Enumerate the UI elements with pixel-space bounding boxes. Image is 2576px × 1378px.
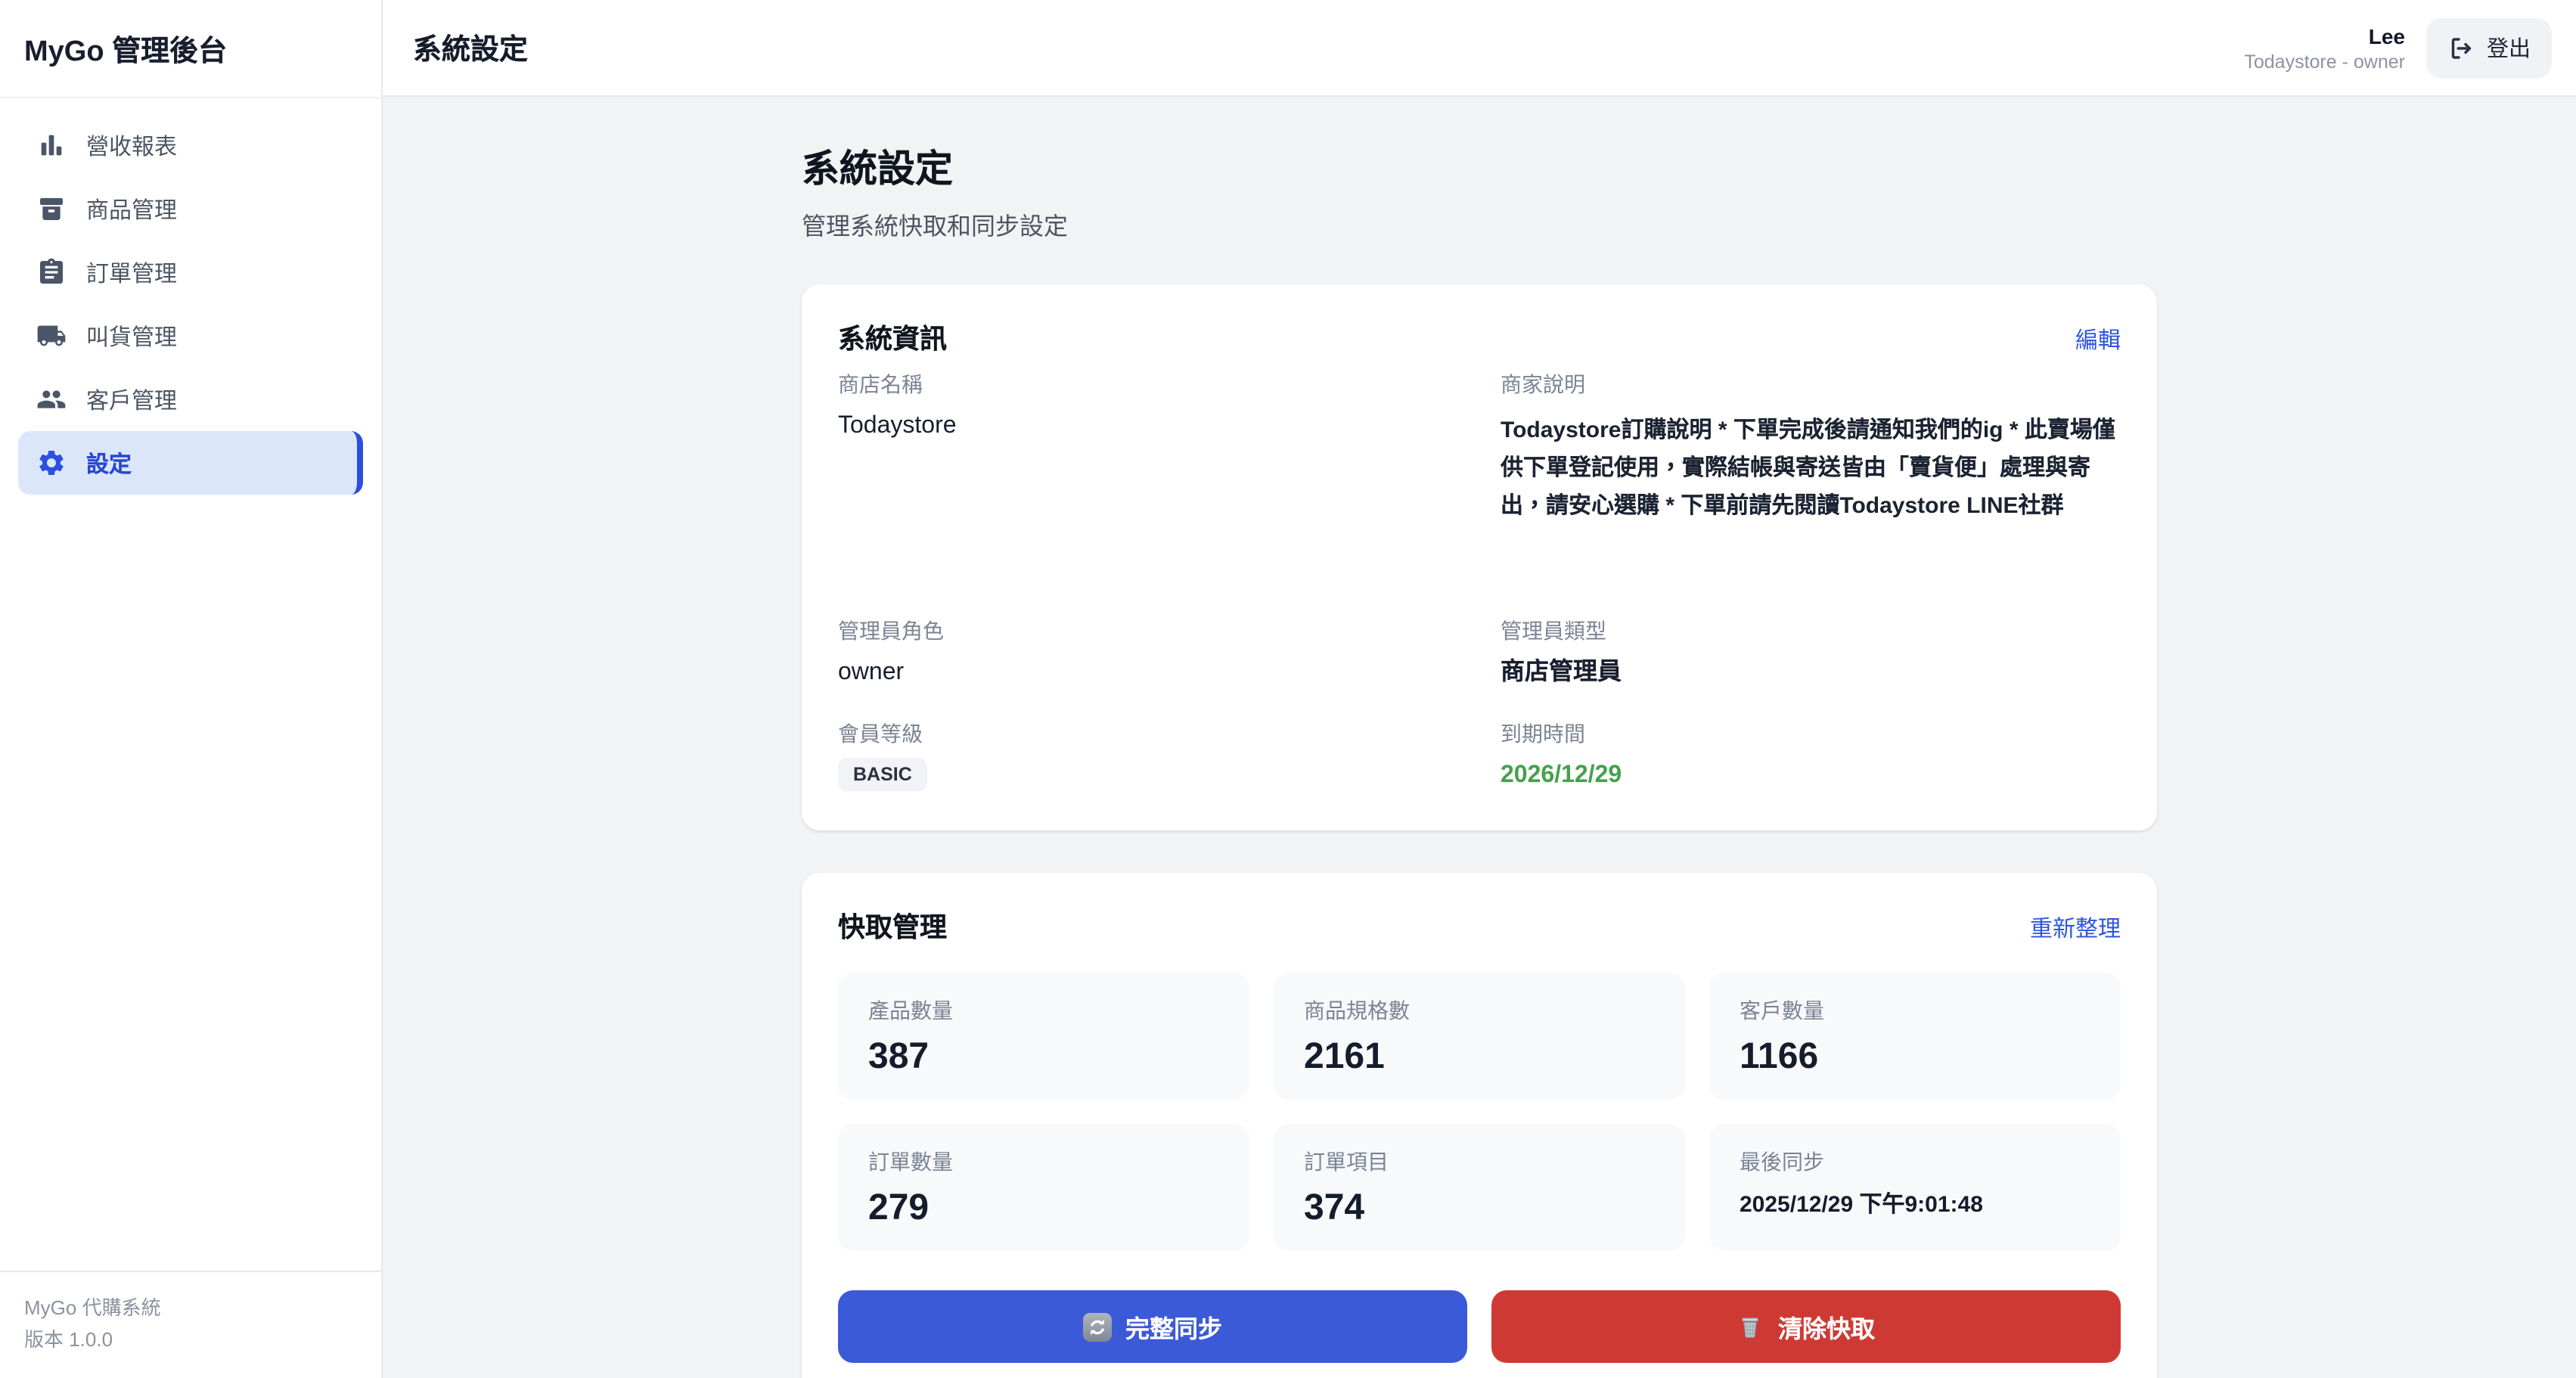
expiry-field: 到期時間 2026/12/29 <box>1501 718 2121 794</box>
sidebar-item-label: 商品管理 <box>86 193 177 225</box>
last-sync-value: 2025/12/29 下午9:01:48 <box>1740 1189 2090 1222</box>
content-scroll-area[interactable]: 系統設定 管理系統快取和同步設定 系統資訊 編輯 商店名稱 Todaystore <box>383 97 2576 1378</box>
cache-title: 快取管理 <box>838 909 947 945</box>
admin-role-label: 管理員角色 <box>838 616 1458 646</box>
member-level-label: 會員等級 <box>838 718 1458 749</box>
sidebar-footer: MyGo 代購系統 版本 1.0.0 <box>0 1271 381 1378</box>
stat-label: 訂單項目 <box>1304 1147 1655 1177</box>
user-name: Lee <box>2244 23 2405 48</box>
stat-value: 279 <box>868 1184 1219 1233</box>
stat-last-sync: 最後同步 2025/12/29 下午9:01:48 <box>1709 1124 2121 1251</box>
full-sync-label: 完整同步 <box>1125 1308 1222 1345</box>
stat-value: 2161 <box>1304 1033 1655 1082</box>
clear-cache-button[interactable]: 清除快取 <box>1491 1290 2121 1363</box>
trash-icon <box>1737 1313 1764 1340</box>
sidebar-nav: 營收報表 商品管理 訂單管理 叫貨管理 <box>0 98 381 1271</box>
sidebar-item-label: 設定 <box>86 447 132 479</box>
page-subtitle: 管理系統快取和同步設定 <box>802 206 2157 242</box>
sidebar-item-revenue-report[interactable]: 營收報表 <box>18 113 363 177</box>
page-title: 系統設定 <box>802 139 2157 194</box>
clipboard-icon <box>36 257 67 287</box>
admin-role-value: owner <box>838 655 1458 691</box>
clear-cache-label: 清除快取 <box>1778 1308 1875 1345</box>
archive-box-icon <box>36 194 67 224</box>
stat-value: 387 <box>868 1033 1219 1082</box>
truck-icon <box>36 321 67 351</box>
edit-link[interactable]: 編輯 <box>2075 323 2121 355</box>
cache-management-card: 快取管理 重新整理 產品數量 387 商品規格數 2161 <box>802 873 2157 1378</box>
stat-product-count: 產品數量 387 <box>838 973 1249 1100</box>
expiry-value: 2026/12/29 <box>1501 758 2121 794</box>
stat-label: 商品規格數 <box>1304 995 1655 1026</box>
header-right: Lee Todaystore - owner 登出 <box>2244 17 2552 78</box>
system-info-title: 系統資訊 <box>838 321 947 357</box>
store-name-label: 商店名稱 <box>838 369 1458 399</box>
app-window: MyGo 管理後台 營收報表 商品管理 訂單管理 <box>0 0 2576 1378</box>
store-desc-value: Todaystore訂購說明 * 下單完成後請通知我們的ig * 此賣場僅供下單… <box>1501 411 2121 525</box>
sidebar-item-settings[interactable]: 設定 <box>18 431 363 495</box>
stat-customer-count: 客戶數量 1166 <box>1709 973 2121 1100</box>
sync-icon <box>1083 1312 1112 1341</box>
stat-spec-count: 商品規格數 2161 <box>1274 973 1685 1100</box>
admin-role-field: 管理員角色 owner <box>838 616 1458 691</box>
sidebar: MyGo 管理後台 營收報表 商品管理 訂單管理 <box>0 0 383 1378</box>
sidebar-item-purchasing[interactable]: 叫貨管理 <box>18 304 363 368</box>
sidebar-item-products[interactable]: 商品管理 <box>18 177 363 241</box>
sidebar-item-label: 客戶管理 <box>86 383 177 415</box>
users-icon <box>36 384 67 414</box>
header-title: 系統設定 <box>413 27 528 68</box>
refresh-link[interactable]: 重新整理 <box>2030 911 2121 943</box>
system-info-card: 系統資訊 編輯 商店名稱 Todaystore 商家說明 Todaystore訂… <box>802 284 2157 830</box>
stat-order-count: 訂單數量 279 <box>838 1124 1249 1251</box>
stat-label: 產品數量 <box>868 995 1219 1026</box>
cache-stats-grid: 產品數量 387 商品規格數 2161 客戶數量 1166 訂單數量 <box>838 973 2121 1251</box>
main-area: 系統設定 Lee Todaystore - owner 登出 <box>383 0 2576 1378</box>
sidebar-item-orders[interactable]: 訂單管理 <box>18 241 363 304</box>
admin-type-field: 管理員類型 商店管理員 <box>1501 616 2121 691</box>
expiry-label: 到期時間 <box>1501 718 2121 749</box>
user-info: Lee Todaystore - owner <box>2244 23 2405 72</box>
sidebar-item-label: 叫貨管理 <box>86 320 177 352</box>
stat-order-items: 訂單項目 374 <box>1274 1124 1685 1251</box>
store-desc-label: 商家說明 <box>1501 369 2121 399</box>
member-level-field: 會員等級 BASIC <box>838 718 1458 794</box>
member-level-badge: BASIC <box>838 758 927 791</box>
admin-type-label: 管理員類型 <box>1501 616 2121 646</box>
sidebar-item-label: 營收報表 <box>86 129 177 161</box>
store-name-value: Todaystore <box>838 408 1458 445</box>
stat-label: 訂單數量 <box>868 1147 1219 1177</box>
admin-type-value: 商店管理員 <box>1501 655 2121 691</box>
stat-value: 1166 <box>1740 1033 2090 1082</box>
store-desc-field: 商家說明 Todaystore訂購說明 * 下單完成後請通知我們的ig * 此賣… <box>1501 369 2121 525</box>
brand-logo: MyGo 管理後台 <box>0 0 381 98</box>
logout-button[interactable]: 登出 <box>2426 17 2552 78</box>
stat-label: 最後同步 <box>1740 1147 2090 1177</box>
logout-icon <box>2447 34 2475 61</box>
user-store-role: Todaystore - owner <box>2244 51 2405 72</box>
bar-chart-icon <box>36 130 67 160</box>
cache-actions: 完整同步 <box>838 1290 2121 1363</box>
app-version-text: 版本 1.0.0 <box>24 1325 357 1357</box>
stat-label: 客戶數量 <box>1740 995 2090 1026</box>
app-name-text: MyGo 代購系統 <box>24 1294 357 1326</box>
sidebar-item-label: 訂單管理 <box>86 256 177 288</box>
logout-label: 登出 <box>2487 32 2531 64</box>
store-name-field: 商店名稱 Todaystore <box>838 369 1458 525</box>
stat-value: 374 <box>1304 1184 1655 1233</box>
gear-icon <box>36 448 67 478</box>
top-header: 系統設定 Lee Todaystore - owner 登出 <box>383 0 2576 97</box>
full-sync-button[interactable]: 完整同步 <box>838 1290 1467 1363</box>
sidebar-item-customers[interactable]: 客戶管理 <box>18 368 363 431</box>
